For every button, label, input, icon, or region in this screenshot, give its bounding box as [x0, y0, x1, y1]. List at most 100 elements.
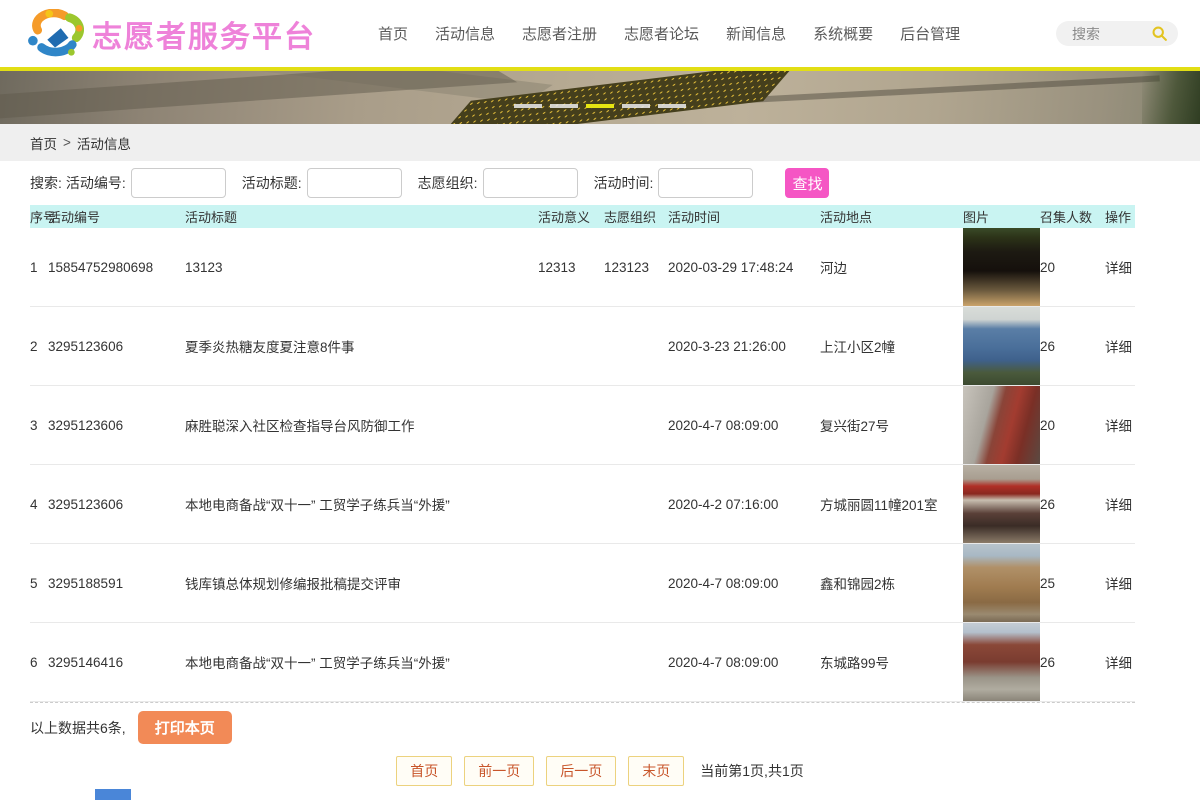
- cell-action: 详细: [1105, 307, 1135, 386]
- nav-item-system-overview[interactable]: 系统概要: [813, 23, 873, 44]
- site-header: 志愿者服务平台 首页 活动信息 志愿者注册 志愿者论坛 新闻信息 系统概要 后台管理 搜索: [0, 0, 1200, 71]
- cell-org: 123123: [604, 228, 668, 307]
- filter-input-volunteer-org[interactable]: [483, 168, 578, 198]
- cell-image: [963, 307, 1040, 386]
- cell-seq: 3: [30, 386, 48, 465]
- table-body: 11585475298069813123123131231232020-03-2…: [30, 228, 1135, 702]
- cell-code: 15854752980698: [48, 228, 185, 307]
- detail-link[interactable]: 详细: [1105, 419, 1132, 434]
- cell-code: 3295123606: [48, 465, 185, 544]
- nav-item-volunteer-forum[interactable]: 志愿者论坛: [624, 23, 699, 44]
- search-icon[interactable]: [1151, 25, 1168, 42]
- detail-link[interactable]: 详细: [1105, 656, 1132, 671]
- nav-item-volunteer-register[interactable]: 志愿者注册: [522, 23, 597, 44]
- banner-path-decoration: [0, 71, 517, 121]
- cell-place: 鑫和锦园2栋: [820, 544, 963, 623]
- page-btn-prev[interactable]: 前一页: [464, 756, 534, 786]
- table-header-row: 序号活动编号活动标题活动意义志愿组织活动时间活动地点图片召集人数操作: [30, 205, 1135, 228]
- column-header-people: 召集人数: [1040, 205, 1105, 228]
- cell-people: 26: [1040, 465, 1105, 544]
- cell-meaning: [538, 544, 604, 623]
- cell-meaning: [538, 465, 604, 544]
- summary-text: 以上数据共6条,: [30, 718, 126, 738]
- cell-action: 详细: [1105, 544, 1135, 623]
- cell-image: [963, 465, 1040, 544]
- cell-time: 2020-4-7 08:09:00: [668, 544, 820, 623]
- activity-table: 序号活动编号活动标题活动意义志愿组织活动时间活动地点图片召集人数操作 11585…: [30, 205, 1135, 702]
- cell-org: [604, 465, 668, 544]
- cell-title: 本地电商备战“双十一” 工贸学子练兵当“外援”: [185, 623, 538, 702]
- cell-image: [963, 544, 1040, 623]
- column-header-org: 志愿组织: [604, 205, 668, 228]
- search-submit-button[interactable]: 查找: [785, 168, 829, 198]
- cell-people: 26: [1040, 307, 1105, 386]
- cell-action: 详细: [1105, 228, 1135, 307]
- nav-item-news[interactable]: 新闻信息: [726, 23, 786, 44]
- filter-input-activity-title[interactable]: [307, 168, 402, 198]
- cell-seq: 2: [30, 307, 48, 386]
- nav-item-admin[interactable]: 后台管理: [900, 23, 960, 44]
- table-row: 33295123606麻胜聪深入社区检查指导台风防御工作2020-4-7 08:…: [30, 386, 1135, 465]
- detail-link[interactable]: 详细: [1105, 261, 1132, 276]
- cell-time: 2020-4-2 07:16:00: [668, 465, 820, 544]
- summary-bar: 以上数据共6条, 打印本页: [30, 702, 1135, 744]
- cell-meaning: [538, 307, 604, 386]
- breadcrumb: 首页 > 活动信息: [0, 124, 1200, 161]
- filter-field-activity-code: 活动编号:: [66, 168, 226, 198]
- carousel-dash[interactable]: [658, 104, 686, 108]
- cell-meaning: [538, 623, 604, 702]
- banner-greenery-decoration: [1142, 71, 1200, 124]
- cell-code: 3295123606: [48, 307, 185, 386]
- hero-banner: [0, 71, 1200, 124]
- cell-org: [604, 544, 668, 623]
- carousel-dash[interactable]: [622, 104, 650, 108]
- page-btn-next[interactable]: 后一页: [546, 756, 616, 786]
- brand-logo-icon: [26, 9, 84, 59]
- detail-link[interactable]: 详细: [1105, 577, 1132, 592]
- cell-title: 13123: [185, 228, 538, 307]
- print-page-button[interactable]: 打印本页: [138, 711, 232, 744]
- dark-bonsai-photo: [963, 228, 1040, 306]
- cell-seq: 5: [30, 544, 48, 623]
- column-header-image: 图片: [963, 205, 1040, 228]
- filter-input-activity-time[interactable]: [658, 168, 753, 198]
- carousel-dash[interactable]: [550, 104, 578, 108]
- brand[interactable]: 志愿者服务平台: [26, 9, 316, 59]
- column-header-seq: 序号: [30, 205, 48, 228]
- filter-field-volunteer-org: 志愿组织:: [418, 168, 578, 198]
- page-btn-last[interactable]: 末页: [628, 756, 684, 786]
- header-search[interactable]: 搜索: [1056, 21, 1178, 46]
- nav-item-activities[interactable]: 活动信息: [435, 23, 495, 44]
- detail-link[interactable]: 详细: [1105, 498, 1132, 513]
- cell-people: 26: [1040, 623, 1105, 702]
- nav-item-home[interactable]: 首页: [378, 23, 408, 44]
- detail-link[interactable]: 详细: [1105, 340, 1132, 355]
- cell-place: 河边: [820, 228, 963, 307]
- filter-field-activity-title: 活动标题:: [242, 168, 402, 198]
- cell-image: [963, 386, 1040, 465]
- main-nav: 首页 活动信息 志愿者注册 志愿者论坛 新闻信息 系统概要 后台管理: [378, 23, 987, 44]
- cell-org: [604, 623, 668, 702]
- page-btn-first[interactable]: 首页: [396, 756, 452, 786]
- footer-partial-block: [95, 789, 131, 800]
- carousel-dash[interactable]: [514, 104, 542, 108]
- table-row: 11585475298069813123123131231232020-03-2…: [30, 228, 1135, 307]
- cell-place: 复兴街27号: [820, 386, 963, 465]
- breadcrumb-home[interactable]: 首页: [30, 133, 57, 153]
- cell-time: 2020-03-29 17:48:24: [668, 228, 820, 307]
- cell-meaning: [538, 386, 604, 465]
- filter-label-activity-title: 活动标题:: [242, 173, 302, 193]
- carousel-dash[interactable]: [586, 104, 614, 108]
- column-header-place: 活动地点: [820, 205, 963, 228]
- blue-building-photo: [963, 307, 1040, 385]
- cell-title: 麻胜聪深入社区检查指导台风防御工作: [185, 386, 538, 465]
- cell-time: 2020-3-23 21:26:00: [668, 307, 820, 386]
- filter-input-activity-code[interactable]: [131, 168, 226, 198]
- brick-building-person-photo: [963, 623, 1040, 701]
- cell-code: 3295123606: [48, 386, 185, 465]
- cell-code: 3295146416: [48, 623, 185, 702]
- cell-action: 详细: [1105, 465, 1135, 544]
- cell-place: 上江小区2幢: [820, 307, 963, 386]
- filter-field-activity-time: 活动时间:: [594, 168, 754, 198]
- cell-action: 详细: [1105, 386, 1135, 465]
